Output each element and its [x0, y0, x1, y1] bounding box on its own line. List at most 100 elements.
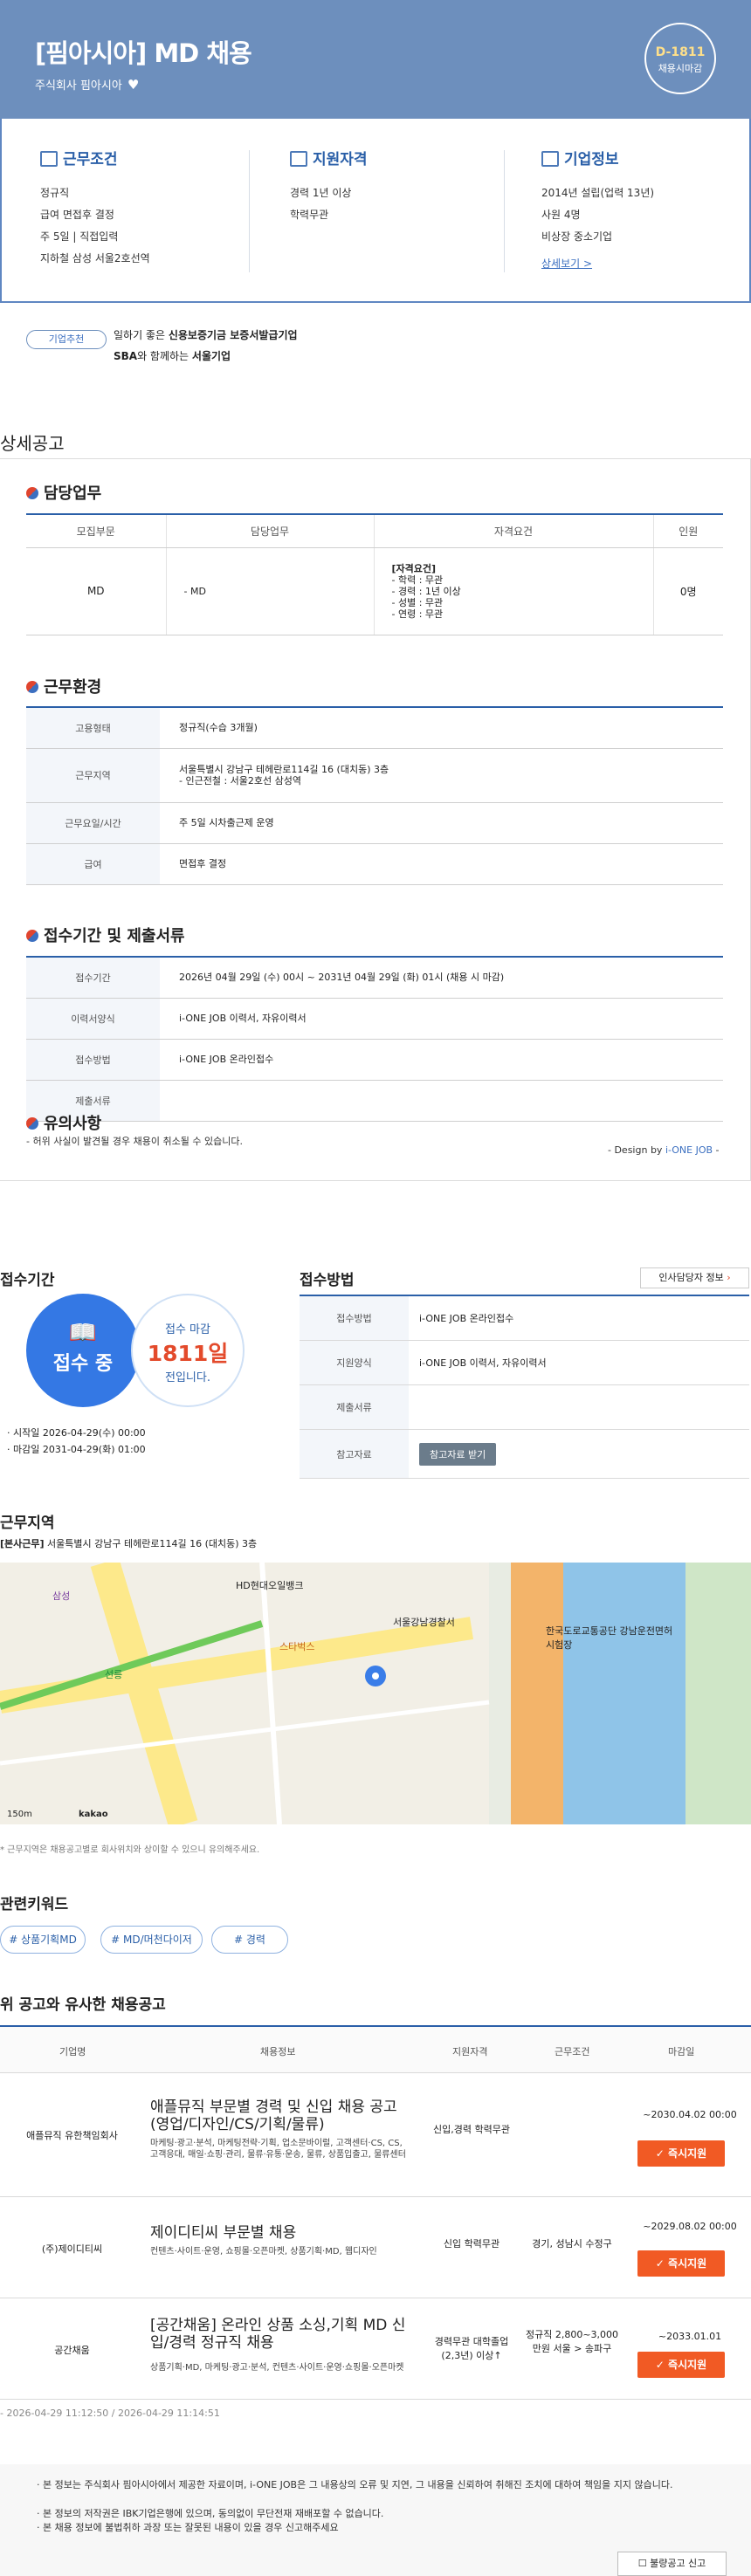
- env-table: 고용형태 정규직(수습 3개월) 근무지역 서울특별시 강남구 테헤란로114길 1…: [26, 706, 723, 885]
- similar-qual: 신입 학력무관: [443, 2238, 500, 2250]
- env-header: 고용형태: [26, 707, 160, 749]
- apply-now-button[interactable]: ✓ 즉시지원: [637, 2140, 725, 2167]
- env-value: 정규직(수습 3개월): [160, 707, 723, 749]
- apply-now-button[interactable]: ✓ 즉시지원: [637, 2352, 725, 2378]
- location-map[interactable]: 삼성 선릉 HD현대오일뱅크 스타벅스 서울강남경찰서 한국도로교통공단 강남운…: [0, 1563, 751, 1824]
- book-icon: 📖: [68, 1320, 98, 1346]
- similar-job-desc: 컨텐츠·사이트·운영, 쇼핑몰·오픈마켓, 상품기획·MD, 웹디자인: [150, 2247, 377, 2257]
- work-salary: 급여 면접후 결정: [40, 209, 114, 221]
- work-conditions: 근무조건 정규직 급여 면접후 결정 주 5일 | 직접입력 지하철 삼성 서울…: [40, 147, 267, 270]
- similar-job-title[interactable]: [공간채움] 온라인 상품 소싱,기획 MD 신입/경력 정규직 채용: [150, 2317, 412, 2352]
- period-value: 2026년 04월 29일 (수) 00시 ~ 2031년 04월 29일 (화…: [160, 957, 723, 999]
- company-founded: 2014년 설립(업력 13년): [541, 187, 655, 199]
- similar-title: 위 공고와 유사한 채용공고: [0, 1996, 166, 2014]
- similar-cond: 정규직 2,800~3,000만원 서울 > 송파구: [525, 2329, 619, 2354]
- apply-method-table: 접수방법 i-ONE JOB 온라인접수 지원양식 i-ONE JOB 이력서, 자…: [300, 1295, 749, 1479]
- similar-cond: 경기, 성남시 수정구: [532, 2238, 612, 2250]
- detail-box: 담당업무 모집부문 담당업무 자격요건 인원 MD - MD [자격요건] - …: [0, 458, 751, 1181]
- period-header: 접수기간: [26, 957, 160, 999]
- map-label: 삼성: [52, 1590, 71, 1602]
- similar-table-header: 기업명 채용정보 지원자격 근무조건 마감일: [0, 2025, 751, 2073]
- qual-education: 학력무관: [290, 209, 329, 221]
- deadline-suffix: 전입니다.: [165, 1371, 210, 1384]
- work-type: 정규직: [40, 187, 70, 199]
- keyword-tag[interactable]: # 경력: [211, 1926, 288, 1954]
- qual-experience: 경력 1년 이상: [290, 187, 352, 199]
- env-title: 근무환경: [26, 675, 101, 697]
- location-address: [본사근무] 서울특별시 강남구 테헤란로114길 16 (대치동) 3층: [0, 1538, 258, 1549]
- apply-start: · 시작일 2026-04-29(수) 00:00: [7, 1427, 146, 1439]
- period-value: [160, 1080, 723, 1122]
- map-svg: [0, 1563, 751, 1824]
- method-row: 제출서류: [300, 1385, 749, 1430]
- period-table: 접수기간 2026년 04월 29일 (수) 00시 ~ 2031년 04월 29…: [26, 956, 723, 1122]
- map-label: HD현대오일뱅크: [236, 1580, 304, 1591]
- similar-company[interactable]: (주)제이디티씨: [0, 2242, 144, 2256]
- chevron-right-icon: ›: [727, 1272, 731, 1283]
- map-label: 한국도로교통공단 강남운전면허시험장: [546, 1625, 673, 1651]
- job-title: [핌아시아] MD 채용: [35, 38, 252, 68]
- duty-header: 인원: [652, 514, 723, 548]
- keyword-tag[interactable]: # 상품기획MD: [0, 1926, 86, 1954]
- report-button[interactable]: ☐ 불량공고 신고: [617, 2552, 727, 2576]
- env-value: 서울특별시 강남구 테헤란로114길 16 (대치동) 3층 - 인근전철 : 서…: [160, 748, 723, 803]
- company-employees: 사원 4명: [541, 209, 581, 221]
- duty-count: 0명: [652, 547, 723, 635]
- similar-header: 근무조건: [555, 2046, 590, 2057]
- company-detail-link[interactable]: 상세보기 >: [541, 258, 592, 270]
- report-icon: ☐: [637, 2558, 647, 2569]
- recommend-pill: 기업추천: [26, 330, 107, 349]
- bullet-icon: [26, 681, 38, 693]
- apply-period-title: 접수기간: [0, 1272, 55, 1289]
- similar-qual: 신입,경력 학력무관: [433, 2124, 510, 2135]
- bus-icon: [290, 151, 307, 167]
- similar-company[interactable]: 애플뮤직 유한책임회사: [0, 2128, 144, 2142]
- similar-deadline: ~2029.08.02 00:00: [643, 2221, 737, 2232]
- building-icon: [40, 151, 58, 167]
- similar-header: 마감일: [668, 2046, 695, 2057]
- company-name[interactable]: 주식회사 핌아시아 ♥: [35, 76, 139, 93]
- similar-company[interactable]: 공간채움: [0, 2343, 144, 2357]
- status-circle: 📖 접수 중: [26, 1294, 140, 1407]
- similar-header: 기업명: [59, 2046, 86, 2057]
- bullet-icon: [26, 1117, 38, 1130]
- download-reference-button[interactable]: 참고자료 받기: [419, 1442, 497, 1466]
- env-header: 급여: [26, 843, 160, 885]
- divider: [249, 150, 250, 272]
- keyword-title: 관련키워드: [0, 1896, 69, 1913]
- similar-job-title[interactable]: 제이디티씨 부문별 채용: [150, 2224, 412, 2242]
- heart-icon[interactable]: ♥: [127, 77, 139, 93]
- apply-end: · 마감일 2031-04-29(화) 01:00: [7, 1444, 146, 1455]
- caution-title: 유의사항: [26, 1111, 101, 1134]
- location-title: 근무지역: [0, 1515, 55, 1532]
- map-scale: 150m: [7, 1810, 32, 1819]
- hr-contact-button[interactable]: 인사담당자 정보 ›: [640, 1267, 749, 1288]
- period-value: i-ONE JOB 온라인접수: [160, 1039, 723, 1081]
- bullet-icon: [26, 487, 38, 499]
- similar-header: 지원자격: [452, 2046, 488, 2057]
- company-type: 비상장 중소기업: [541, 230, 613, 243]
- location-note: * 근무지역은 채용공고별로 회사위치와 상이할 수 있으니 유의해주세요.: [0, 1845, 260, 1855]
- env-value: 주 5일 시차출근제 운영: [160, 802, 723, 844]
- keyword-tag[interactable]: # MD/머천다이저: [100, 1926, 203, 1954]
- similar-row[interactable]: 애플뮤직 유한책임회사 애플뮤직 부문별 경력 및 신입 채용 공고 (영업/디…: [0, 2074, 751, 2197]
- similar-qual: 경력무관 대학졸업(2,3년) 이상↑: [434, 2336, 509, 2361]
- dday-badge: D-1811 채용시마감: [644, 23, 716, 94]
- similar-row[interactable]: (주)제이디티씨 제이디티씨 부문별 채용 컨텐츠·사이트·운영, 쇼핑몰·오픈…: [0, 2198, 751, 2298]
- env-header: 근무요일/시간: [26, 802, 160, 844]
- detail-title: 상세공고: [0, 433, 65, 454]
- map-label: 서울강남경찰서: [393, 1617, 455, 1628]
- duty-header: 모집부문: [26, 514, 166, 548]
- tag-line-1: 일하기 좋은 신용보증기금 보증서발급기업: [114, 329, 298, 341]
- map-label: 스타벅스: [279, 1641, 315, 1652]
- duty-dept: MD: [26, 547, 166, 635]
- duty-header: 담당업무: [165, 514, 374, 548]
- deadline-days: 1811일: [147, 1341, 229, 1366]
- similar-row[interactable]: 공간채움 [공간채움] 온라인 상품 소싱,기획 MD 신입/경력 정규직 채용…: [0, 2299, 751, 2400]
- design-credit: - Design by i-ONE JOB -: [608, 1144, 720, 1156]
- similar-job-title[interactable]: 애플뮤직 부문별 경력 및 신입 채용 공고 (영업/디자인/CS/기획/물류): [150, 2099, 412, 2133]
- similar-job-desc: 마케팅·광고·분석, 마케팅전략·기획, 업소문바이럴, 고객센터·CS, CS…: [150, 2139, 406, 2160]
- bullet-icon: [26, 930, 38, 942]
- job-header: [핌아시아] MD 채용 주식회사 핌아시아 ♥ D-1811 채용시마감: [0, 0, 751, 119]
- apply-now-button[interactable]: ✓ 즉시지원: [637, 2250, 725, 2277]
